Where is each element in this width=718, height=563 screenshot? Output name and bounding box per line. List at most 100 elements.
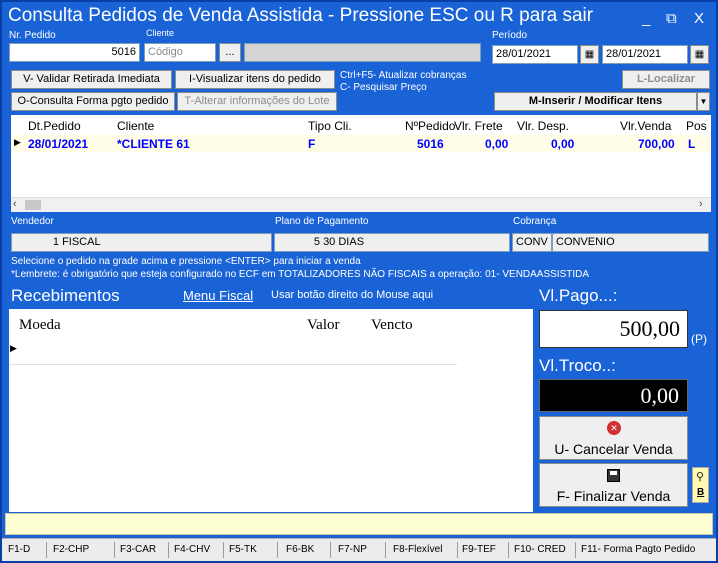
inserir-modificar-button[interactable]: M-Inserir / Modificar Itens: [494, 92, 697, 111]
scroll-thumb[interactable]: [25, 200, 41, 210]
finalizar-label: F- Finalizar Venda: [556, 488, 671, 504]
function-key-bar: F1-D F2-CHP F3-CAR F4-CHV F5-TK F6-BK F7…: [2, 538, 716, 561]
restore-button[interactable]: ⧉: [666, 10, 677, 27]
side-shortcut-button[interactable]: ⚲ B: [692, 467, 709, 503]
recebimentos-grid[interactable]: Moeda Valor Vencto ▶: [9, 309, 533, 512]
finalizar-venda-button[interactable]: F- Finalizar Venda: [539, 463, 688, 507]
consulta-forma-pgto-button[interactable]: O-Consulta Forma pgto pedido: [11, 92, 175, 111]
instruction-text: Selecione o pedido na grade acima e pres…: [11, 256, 361, 267]
fkey-separator: [46, 542, 47, 558]
vendedor-code: 1: [52, 236, 59, 248]
fkey-f10[interactable]: F10- CRED: [514, 544, 566, 555]
save-icon: [607, 469, 620, 482]
status-bar: [5, 513, 713, 535]
plano-code: 5: [313, 236, 320, 248]
validar-retirada-button[interactable]: V- Validar Retirada Imediata: [11, 70, 172, 89]
plano-label: Plano de Pagamento: [275, 216, 369, 227]
visualizar-itens-button[interactable]: I-Visualizar itens do pedido: [175, 70, 335, 89]
row-cliente: *CLIENTE 61: [117, 137, 190, 151]
plano-name: 30 DIAS: [323, 236, 365, 248]
col-vlr-venda: Vlr.Venda: [620, 119, 672, 133]
vl-troco-label: Vl.Troco..:: [539, 356, 616, 375]
calendar-to-icon[interactable]: ▦: [690, 45, 709, 64]
date-from-input[interactable]: 28/01/2021: [492, 45, 578, 64]
date-to-input[interactable]: 28/01/2021: [602, 45, 688, 64]
reminder-text: *Lembrete: é obrigatório que esteja conf…: [11, 269, 590, 280]
cliente-label: Cliente: [146, 28, 175, 38]
row-divider: [9, 364, 457, 365]
vl-pago-field[interactable]: 500,00: [539, 310, 688, 348]
fkey-separator: [223, 542, 224, 558]
row-pointer-icon: ▶: [14, 137, 21, 147]
col-vencto: Vencto: [371, 317, 413, 333]
main-window: Consulta Pedidos de Venda Assistida - Pr…: [0, 0, 718, 563]
col-nr-pedido: NºPedido: [405, 119, 456, 133]
fkey-separator: [385, 542, 386, 558]
cancel-icon: ✕: [607, 421, 621, 435]
fkey-f7[interactable]: F7-NP: [338, 544, 367, 555]
cliente-name-field: [244, 43, 481, 62]
inserir-dropdown-icon[interactable]: ▼: [697, 92, 710, 111]
col-vlr-desp: Vlr. Desp.: [517, 119, 570, 133]
row-dt-pedido: 28/01/2021: [28, 137, 89, 151]
vl-troco-field: 0,00: [539, 379, 688, 412]
fkey-f11[interactable]: F11- Forma Pagto Pedido: [581, 544, 695, 555]
col-tipo-cli: Tipo Cli.: [308, 119, 352, 133]
cobranca-label: Cobrança: [513, 216, 557, 227]
row-nr-pedido: 5016: [417, 137, 444, 151]
close-button[interactable]: X: [694, 10, 704, 27]
cobranca-name: CONVENIO: [552, 233, 709, 252]
col-vlr-frete: Vlr. Frete: [454, 119, 503, 133]
fkey-f3[interactable]: F3-CAR: [120, 544, 156, 555]
person-icon: ⚲: [696, 471, 705, 483]
fkey-f6[interactable]: F6-BK: [286, 544, 314, 555]
plano-field: 5 30 DIAS: [274, 233, 510, 252]
cliente-code-input[interactable]: Código: [144, 43, 216, 62]
fkey-f9[interactable]: F9-TEF: [462, 544, 496, 555]
row-tipo-cli: F: [308, 137, 316, 151]
fkey-separator: [168, 542, 169, 558]
pesquisar-preco-hint: C- Pesquisar Preço: [340, 82, 427, 93]
localizar-button[interactable]: L-Localizar: [622, 70, 710, 89]
atualizar-cobrancas-hint: Ctrl+F5- Atualizar cobranças: [340, 70, 467, 81]
alterar-lote-button[interactable]: T-Alterar informações do Lote: [177, 92, 337, 111]
row-pos: L: [688, 137, 696, 151]
window-title: Consulta Pedidos de Venda Assistida - Pr…: [8, 5, 594, 26]
fkey-f5[interactable]: F5-TK: [229, 544, 257, 555]
row-vlr-frete: 0,00: [485, 137, 509, 151]
mouse-hint: Usar botão direito do Mouse aqui: [271, 289, 434, 301]
fkey-separator: [277, 542, 278, 558]
fkey-separator: [508, 542, 509, 558]
fkey-separator: [457, 542, 458, 558]
side-shortcut-letter: B: [697, 487, 705, 498]
nr-pedido-input[interactable]: 5016: [9, 43, 140, 62]
fkey-separator: [575, 542, 576, 558]
col-moeda: Moeda: [19, 317, 61, 333]
scroll-left-icon[interactable]: ‹: [13, 198, 17, 210]
col-cliente: Cliente: [117, 119, 155, 133]
cobranca-code: CONV: [512, 233, 552, 252]
scroll-right-icon[interactable]: ›: [699, 198, 703, 210]
vendedor-label: Vendedor: [11, 216, 54, 227]
fkey-f4[interactable]: F4-CHV: [174, 544, 210, 555]
vendedor-name: FISCAL: [62, 236, 101, 248]
periodo-label: Período: [492, 30, 528, 41]
table-row[interactable]: ▶: [11, 135, 711, 152]
orders-grid[interactable]: Dt.Pedido Cliente Tipo Cli. NºPedido Vlr…: [11, 115, 711, 212]
menu-fiscal-link[interactable]: Menu Fiscal: [183, 288, 253, 303]
fkey-f8[interactable]: F8-Flexível: [393, 544, 442, 555]
fkey-f1[interactable]: F1-D: [8, 544, 30, 555]
col-pos: Pos: [686, 119, 707, 133]
cliente-search-button[interactable]: ...: [219, 43, 241, 62]
vendedor-field: 1 FISCAL: [11, 233, 272, 252]
vl-pago-label: Vl.Pago...:: [539, 286, 618, 305]
col-valor: Valor: [307, 317, 340, 333]
minimize-button[interactable]: _: [642, 10, 650, 27]
fkey-f2[interactable]: F2-CHP: [53, 544, 89, 555]
recebimentos-title: Recebimentos: [11, 286, 120, 305]
vl-pago-suffix: (P): [691, 332, 707, 346]
cancelar-venda-button[interactable]: ✕ U- Cancelar Venda: [539, 416, 688, 460]
save-icon-label: [610, 471, 617, 475]
orders-hscrollbar[interactable]: ‹ ›: [11, 197, 711, 212]
calendar-from-icon[interactable]: ▦: [580, 45, 599, 64]
